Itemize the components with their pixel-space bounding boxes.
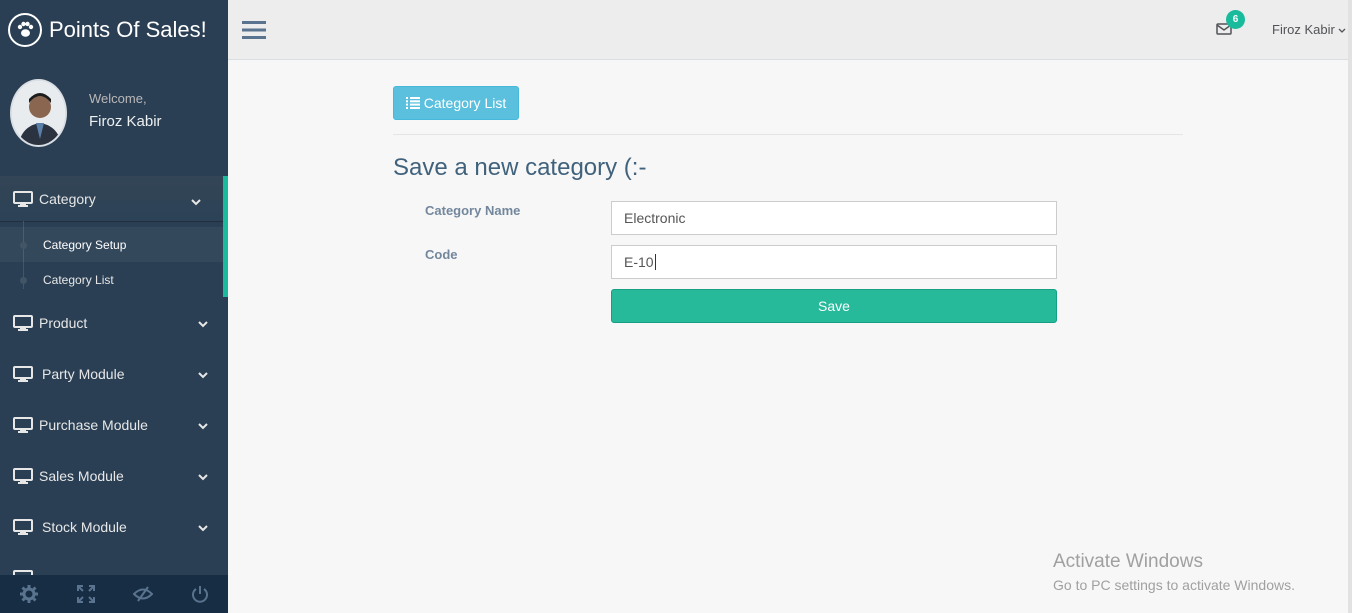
settings-icon[interactable] [0,575,57,613]
brand[interactable]: Points Of Sales! [0,0,228,60]
chevron-down-icon [198,519,208,535]
chevron-down-icon [1339,28,1346,33]
menu-toggle-icon[interactable] [242,20,266,45]
sidebar-item-label: Sales Module [39,467,124,484]
scrollbar[interactable] [1348,0,1352,613]
sidebar-item-label: Purchase Module [39,416,148,433]
sidebar-item-sales-module[interactable]: Sales Module [0,450,228,501]
user-name: Firoz Kabir [1272,22,1335,37]
mail-count-badge: 6 [1226,10,1245,29]
chevron-down-icon [198,468,208,484]
desktop-icon [13,365,33,382]
sidebar-item-label: Product [39,314,88,331]
paw-icon [8,13,42,47]
desktop-icon [13,416,33,433]
chevron-down-icon [198,417,208,433]
save-button[interactable]: Save [611,289,1057,323]
desktop-icon [13,467,33,484]
profile-name: Firoz Kabir [89,113,162,130]
watermark-subtitle: Go to PC settings to activate Windows. [1053,577,1295,593]
sidebar-item-label: Party Module [42,365,125,382]
activate-windows-watermark: Activate Windows Go to PC settings to ac… [1053,551,1295,593]
sidebar-item-category-list[interactable]: Category List [0,262,223,297]
sidebar-menu: Category Category Setup Category List Pr… [0,176,228,603]
sidebar-item-category-setup[interactable]: Category Setup [0,227,223,262]
category-list-label: Category List [423,95,507,111]
code-input[interactable]: E-10 [611,245,1057,279]
fullscreen-icon[interactable] [57,575,114,613]
main-content: Category List Save a new category (:- Ca… [228,61,1348,613]
submenu-category: Category Setup Category List [0,221,223,297]
desktop-icon [13,314,33,331]
sidebar-item-party-module[interactable]: Party Module [0,348,228,399]
sidebar-item-category[interactable]: Category [0,176,223,221]
category-list-button[interactable]: Category List [393,86,519,120]
sidebar-item-purchase-module[interactable]: Purchase Module [0,399,228,450]
sidebar-item-label: Stock Module [42,518,127,535]
category-name-input[interactable]: Electronic [611,201,1057,235]
list-icon [405,97,420,109]
page-title: Save a new category (:- [393,154,647,181]
top-nav: 6 Firoz Kabir [228,0,1352,60]
eye-close-icon[interactable] [114,575,171,613]
welcome-text: Welcome, [89,91,147,106]
category-name-label: Category Name [425,203,521,218]
chevron-down-icon [191,193,201,209]
code-label: Code [425,247,458,262]
submenu-label: Category List [43,272,114,287]
submenu-label: Category Setup [43,237,127,252]
sidebar-item-stock-module[interactable]: Stock Module [0,501,228,552]
chevron-down-icon [198,315,208,331]
chevron-down-icon [198,366,208,382]
profile: Welcome, Firoz Kabir [0,60,228,176]
user-menu[interactable]: Firoz Kabir [1272,22,1346,37]
sidebar: Points Of Sales! Welcome, Firoz Kabir Ca… [0,0,228,613]
app-title: Points Of Sales! [49,17,207,42]
menu-group-category: Category Category Setup Category List [0,176,228,297]
sidebar-item-label: Category [39,190,96,207]
desktop-icon [13,518,33,535]
watermark-title: Activate Windows [1053,551,1203,572]
avatar [10,79,67,147]
code-value: E-10 [624,254,654,270]
divider [393,134,1183,135]
power-icon[interactable] [171,575,228,613]
sidebar-item-product[interactable]: Product [0,297,228,348]
desktop-icon [13,190,33,207]
sidebar-footer [0,575,228,613]
